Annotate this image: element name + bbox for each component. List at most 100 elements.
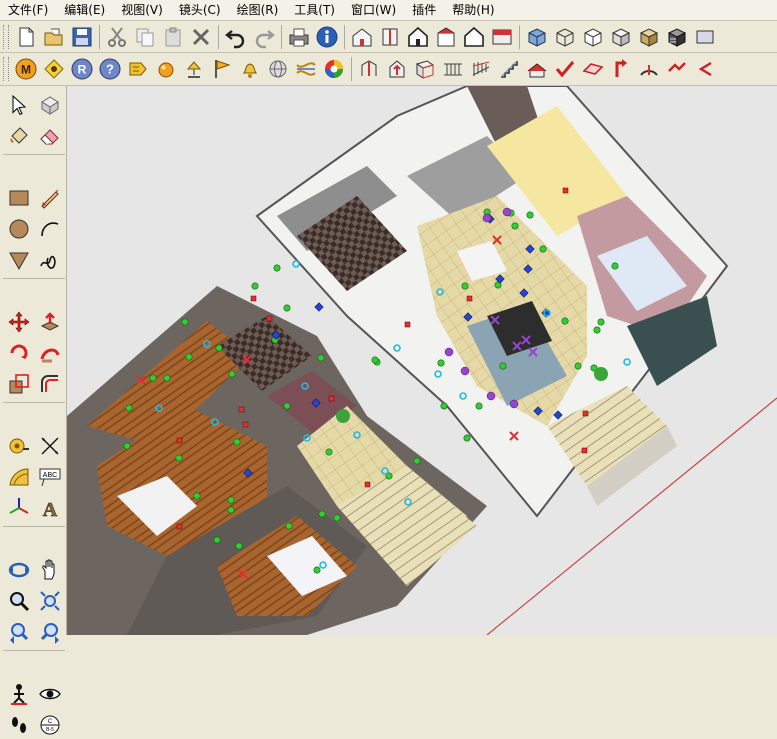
arc-icon[interactable]: [34, 214, 65, 243]
bell-icon[interactable]: [236, 55, 264, 83]
erase-icon[interactable]: [187, 23, 215, 51]
pencil-icon[interactable]: [34, 183, 65, 212]
toolbar-separator: [3, 650, 65, 655]
toolbar-separator: [99, 24, 100, 49]
red-arrow-icon[interactable]: [607, 55, 635, 83]
menu-help[interactable]: 帮助(H): [444, 0, 502, 20]
plugin-m-icon[interactable]: M: [12, 55, 40, 83]
menu-camera[interactable]: 镜头(C): [171, 0, 229, 20]
curve-icon[interactable]: [663, 55, 691, 83]
menu-draw[interactable]: 绘图(R): [229, 0, 287, 20]
toolbar-separator: [344, 24, 345, 49]
menu-view[interactable]: 视图(V): [113, 0, 171, 20]
wireframe-icon[interactable]: [551, 23, 579, 51]
next-view-icon[interactable]: [34, 617, 65, 646]
stair-icon[interactable]: [495, 55, 523, 83]
zoom-icon[interactable]: [3, 586, 34, 615]
circle-icon[interactable]: [3, 214, 34, 243]
roof-icon[interactable]: [523, 55, 551, 83]
left-view-icon[interactable]: [488, 23, 516, 51]
push-icon[interactable]: [383, 55, 411, 83]
fence-icon[interactable]: [467, 55, 495, 83]
print-icon[interactable]: [285, 23, 313, 51]
arc-tool-icon[interactable]: [635, 55, 663, 83]
polygon-icon[interactable]: [3, 245, 34, 274]
hidden-line-icon[interactable]: [579, 23, 607, 51]
axes-icon[interactable]: [3, 493, 34, 522]
menu-plugins[interactable]: 插件: [404, 0, 444, 20]
iso-view-icon[interactable]: [348, 23, 376, 51]
rail-icon[interactable]: [439, 55, 467, 83]
undo-icon[interactable]: [222, 23, 250, 51]
back-view-icon[interactable]: [460, 23, 488, 51]
rotate-icon[interactable]: [3, 338, 34, 367]
protractor-icon[interactable]: [3, 462, 34, 491]
toolbar-separator: [3, 278, 65, 283]
shaded-texture-icon[interactable]: [635, 23, 663, 51]
paste-icon[interactable]: [159, 23, 187, 51]
plugin-key-icon[interactable]: [124, 55, 152, 83]
help-icon[interactable]: ?: [96, 55, 124, 83]
model-info-icon[interactable]: [313, 23, 341, 51]
toolbar-grip[interactable]: [3, 24, 9, 49]
plugin-tag-icon[interactable]: [40, 55, 68, 83]
plugin-r-icon[interactable]: R: [68, 55, 96, 83]
rectangle-icon[interactable]: [3, 183, 34, 212]
right-view-icon[interactable]: [432, 23, 460, 51]
eraser-icon[interactable]: [34, 121, 65, 150]
move-icon[interactable]: [3, 307, 34, 336]
look-around-icon[interactable]: [34, 679, 65, 708]
section-plane-icon[interactable]: C B-5: [34, 710, 65, 739]
lamp-icon[interactable]: [180, 55, 208, 83]
paint-bucket-icon[interactable]: [3, 121, 34, 150]
dimension-icon[interactable]: [34, 431, 65, 460]
xray-icon[interactable]: [523, 23, 551, 51]
tape-measure-icon[interactable]: [3, 431, 34, 460]
toolbar-separator: [3, 526, 65, 531]
redo-icon[interactable]: [250, 23, 278, 51]
push-pull-icon[interactable]: [34, 307, 65, 336]
menu-tools[interactable]: 工具(T): [286, 0, 343, 20]
monochrome-icon[interactable]: [663, 23, 691, 51]
component-icon[interactable]: [34, 90, 65, 119]
select-icon[interactable]: [3, 90, 34, 119]
open-file-icon[interactable]: [40, 23, 68, 51]
model-viewport[interactable]: [67, 86, 777, 635]
frame-icon[interactable]: [411, 55, 439, 83]
3d-text-icon[interactable]: A: [34, 493, 65, 522]
extrude-icon[interactable]: [355, 55, 383, 83]
zoom-extents-icon[interactable]: [34, 586, 65, 615]
previous-view-icon[interactable]: [3, 617, 34, 646]
weave-icon[interactable]: [292, 55, 320, 83]
save-icon[interactable]: [68, 23, 96, 51]
copy-icon[interactable]: [131, 23, 159, 51]
new-file-icon[interactable]: [12, 23, 40, 51]
svg-text:A: A: [42, 499, 57, 520]
menu-window[interactable]: 窗口(W): [343, 0, 404, 20]
toolbar-grip[interactable]: [3, 57, 9, 81]
sphere-icon[interactable]: [152, 55, 180, 83]
check-icon[interactable]: [551, 55, 579, 83]
svg-text:M: M: [21, 63, 31, 77]
flag-icon[interactable]: [208, 55, 236, 83]
orbit-icon[interactable]: [3, 555, 34, 584]
top-view-icon[interactable]: [376, 23, 404, 51]
menu-file[interactable]: 文件(F): [0, 0, 56, 20]
chevron-icon[interactable]: [691, 55, 719, 83]
walk-icon[interactable]: [3, 710, 34, 739]
shaded-icon[interactable]: [607, 23, 635, 51]
color-wheel-icon[interactable]: [320, 55, 348, 83]
pan-icon[interactable]: [34, 555, 65, 584]
freehand-icon[interactable]: [34, 245, 65, 274]
scale-icon[interactable]: [3, 369, 34, 398]
plane-icon[interactable]: [579, 55, 607, 83]
text-icon[interactable]: ABC: [34, 462, 65, 491]
globe-icon[interactable]: [264, 55, 292, 83]
position-camera-icon[interactable]: [3, 679, 34, 708]
follow-me-icon[interactable]: [34, 338, 65, 367]
offset-icon[interactable]: [34, 369, 65, 398]
section-fill-icon[interactable]: [691, 23, 719, 51]
cut-icon[interactable]: [103, 23, 131, 51]
menu-edit[interactable]: 编辑(E): [56, 0, 113, 20]
front-view-icon[interactable]: [404, 23, 432, 51]
